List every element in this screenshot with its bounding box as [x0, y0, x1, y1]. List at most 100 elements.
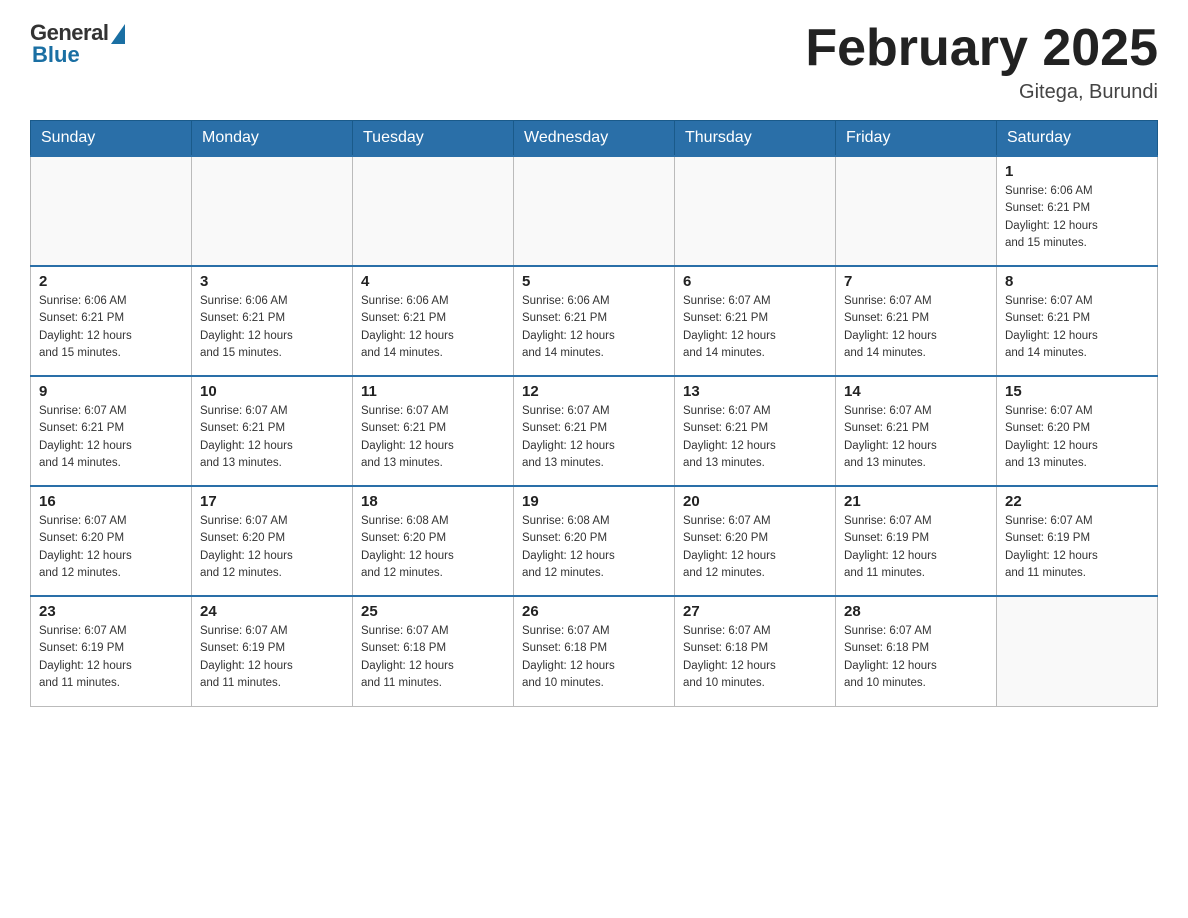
calendar-cell: 24 Sunrise: 6:07 AMSunset: 6:19 PMDayligh…	[192, 596, 353, 706]
day-number: 14	[844, 383, 988, 400]
day-number: 17	[200, 493, 344, 510]
calendar-cell: 6 Sunrise: 6:07 AMSunset: 6:21 PMDaylight…	[675, 266, 836, 376]
day-number: 10	[200, 383, 344, 400]
calendar-cell	[192, 156, 353, 266]
calendar-cell: 15 Sunrise: 6:07 AMSunset: 6:20 PMDayligh…	[997, 376, 1158, 486]
calendar-cell: 20 Sunrise: 6:07 AMSunset: 6:20 PMDayligh…	[675, 486, 836, 596]
calendar-cell: 2 Sunrise: 6:06 AMSunset: 6:21 PMDaylight…	[31, 266, 192, 376]
logo-triangle-icon	[111, 24, 125, 44]
day-number: 22	[1005, 493, 1149, 510]
day-header-friday: Friday	[836, 121, 997, 157]
calendar-cell: 13Sunrise: 6:07 AMSunset: 6:21 PMDayligh…	[675, 376, 836, 486]
day-header-tuesday: Tuesday	[353, 121, 514, 157]
day-info: Sunrise: 6:06 AMSunset: 6:21 PMDaylight:…	[361, 293, 505, 362]
day-info: Sunrise: 6:07 AMSunset: 6:19 PMDaylight:…	[844, 513, 988, 582]
logo: General Blue	[30, 20, 125, 68]
day-info: Sunrise: 6:07 AMSunset: 6:21 PMDaylight:…	[844, 403, 988, 472]
day-info: Sunrise: 6:07 AMSunset: 6:21 PMDaylight:…	[683, 403, 827, 472]
calendar-cell: 8 Sunrise: 6:07 AMSunset: 6:21 PMDaylight…	[997, 266, 1158, 376]
day-number: 21	[844, 493, 988, 510]
day-number: 16	[39, 493, 183, 510]
day-number: 15	[1005, 383, 1149, 400]
day-number: 3	[200, 273, 344, 290]
day-number: 9	[39, 383, 183, 400]
calendar-cell: 12 Sunrise: 6:07 AMSunset: 6:21 PMDayligh…	[514, 376, 675, 486]
calendar-cell: 3 Sunrise: 6:06 AMSunset: 6:21 PMDaylight…	[192, 266, 353, 376]
day-number: 8	[1005, 273, 1149, 290]
day-info: Sunrise: 6:06 AMSunset: 6:21 PMDaylight:…	[522, 293, 666, 362]
day-info: Sunrise: 6:07 AMSunset: 6:21 PMDaylight:…	[683, 293, 827, 362]
month-title: February 2025	[805, 20, 1158, 77]
week-row-2: 2 Sunrise: 6:06 AMSunset: 6:21 PMDaylight…	[31, 266, 1158, 376]
day-info: Sunrise: 6:07 AMSunset: 6:20 PMDaylight:…	[683, 513, 827, 582]
calendar-cell: 28 Sunrise: 6:07 AMSunset: 6:18 PMDayligh…	[836, 596, 997, 706]
calendar-cell: 1 Sunrise: 6:06 AMSunset: 6:21 PMDaylight…	[997, 156, 1158, 266]
day-info: Sunrise: 6:06 AMSunset: 6:21 PMDaylight:…	[39, 293, 183, 362]
day-header-thursday: Thursday	[675, 121, 836, 157]
day-info: Sunrise: 6:07 AMSunset: 6:21 PMDaylight:…	[1005, 293, 1149, 362]
calendar-cell: 10 Sunrise: 6:07 AMSunset: 6:21 PMDayligh…	[192, 376, 353, 486]
day-number: 4	[361, 273, 505, 290]
day-header-saturday: Saturday	[997, 121, 1158, 157]
day-header-sunday: Sunday	[31, 121, 192, 157]
day-number: 24	[200, 603, 344, 620]
calendar-cell	[514, 156, 675, 266]
calendar-cell: 22 Sunrise: 6:07 AMSunset: 6:19 PMDayligh…	[997, 486, 1158, 596]
week-row-4: 16 Sunrise: 6:07 AMSunset: 6:20 PMDayligh…	[31, 486, 1158, 596]
calendar-cell: 5 Sunrise: 6:06 AMSunset: 6:21 PMDaylight…	[514, 266, 675, 376]
day-number: 7	[844, 273, 988, 290]
calendar-cell: 14 Sunrise: 6:07 AMSunset: 6:21 PMDayligh…	[836, 376, 997, 486]
calendar-cell: 4 Sunrise: 6:06 AMSunset: 6:21 PMDaylight…	[353, 266, 514, 376]
day-number: 23	[39, 603, 183, 620]
day-info: Sunrise: 6:07 AMSunset: 6:18 PMDaylight:…	[683, 623, 827, 692]
calendar-cell: 25 Sunrise: 6:07 AMSunset: 6:18 PMDayligh…	[353, 596, 514, 706]
calendar-cell: 21 Sunrise: 6:07 AMSunset: 6:19 PMDayligh…	[836, 486, 997, 596]
day-header-monday: Monday	[192, 121, 353, 157]
day-info: Sunrise: 6:07 AMSunset: 6:18 PMDaylight:…	[522, 623, 666, 692]
day-info: Sunrise: 6:06 AMSunset: 6:21 PMDaylight:…	[1005, 183, 1149, 252]
day-number: 6	[683, 273, 827, 290]
calendar-cell: 19Sunrise: 6:08 AMSunset: 6:20 PMDayligh…	[514, 486, 675, 596]
day-info: Sunrise: 6:07 AMSunset: 6:19 PMDaylight:…	[200, 623, 344, 692]
calendar-cell	[353, 156, 514, 266]
day-number: 18	[361, 493, 505, 510]
day-info: Sunrise: 6:07 AMSunset: 6:20 PMDaylight:…	[1005, 403, 1149, 472]
day-number: 20	[683, 493, 827, 510]
day-info: Sunrise: 6:07 AMSunset: 6:21 PMDaylight:…	[200, 403, 344, 472]
day-number: 27	[683, 603, 827, 620]
day-number: 26	[522, 603, 666, 620]
calendar-table: SundayMondayTuesdayWednesdayThursdayFrid…	[30, 120, 1158, 707]
calendar-cell: 17 Sunrise: 6:07 AMSunset: 6:20 PMDayligh…	[192, 486, 353, 596]
day-header-wednesday: Wednesday	[514, 121, 675, 157]
calendar-cell: 23Sunrise: 6:07 AMSunset: 6:19 PMDayligh…	[31, 596, 192, 706]
day-info: Sunrise: 6:07 AMSunset: 6:20 PMDaylight:…	[39, 513, 183, 582]
week-row-5: 23 Sunrise: 6:07 AMSunset: 6:19 PMDayligh…	[31, 596, 1158, 706]
calendar-cell: 9 Sunrise: 6:07 AMSunset: 6:21 PMDaylight…	[31, 376, 192, 486]
day-number: 25	[361, 603, 505, 620]
day-info: Sunrise: 6:07 AMSunset: 6:18 PMDaylight:…	[361, 623, 505, 692]
calendar-cell: 11 Sunrise: 6:07 AMSunset: 6:21 PMDayligh…	[353, 376, 514, 486]
day-info: Sunrise: 6:07 AMSunset: 6:21 PMDaylight:…	[39, 403, 183, 472]
day-info: Sunrise: 6:07 AMSunset: 6:21 PMDaylight:…	[522, 403, 666, 472]
day-info: Sunrise: 6:07 AMSunset: 6:21 PMDaylight:…	[361, 403, 505, 472]
day-number: 28	[844, 603, 988, 620]
day-number: 11	[361, 383, 505, 400]
day-number: 5	[522, 273, 666, 290]
day-number: 12	[522, 383, 666, 400]
day-headers-row: SundayMondayTuesdayWednesdayThursdayFrid…	[31, 121, 1158, 157]
calendar-cell: 16 Sunrise: 6:07 AMSunset: 6:20 PMDayligh…	[31, 486, 192, 596]
day-info: Sunrise: 6:07 AMSunset: 6:20 PMDaylight:…	[200, 513, 344, 582]
calendar-cell: 27 Sunrise: 6:07 AMSunset: 6:18 PMDayligh…	[675, 596, 836, 706]
page-header: General Blue February 2025 Gitega, Burun…	[30, 20, 1158, 104]
day-number: 1	[1005, 163, 1149, 180]
day-info: Sunrise: 6:07 AMSunset: 6:19 PMDaylight:…	[1005, 513, 1149, 582]
calendar-cell	[675, 156, 836, 266]
day-info: Sunrise: 6:06 AMSunset: 6:21 PMDaylight:…	[200, 293, 344, 362]
logo-blue-text: Blue	[30, 42, 80, 68]
day-info: Sunrise: 6:07 AMSunset: 6:21 PMDaylight:…	[844, 293, 988, 362]
day-number: 2	[39, 273, 183, 290]
day-info: Sunrise: 6:07 AMSunset: 6:18 PMDaylight:…	[844, 623, 988, 692]
week-row-1: 1 Sunrise: 6:06 AMSunset: 6:21 PMDaylight…	[31, 156, 1158, 266]
calendar-cell: 7 Sunrise: 6:07 AMSunset: 6:21 PMDaylight…	[836, 266, 997, 376]
day-number: 19	[522, 493, 666, 510]
